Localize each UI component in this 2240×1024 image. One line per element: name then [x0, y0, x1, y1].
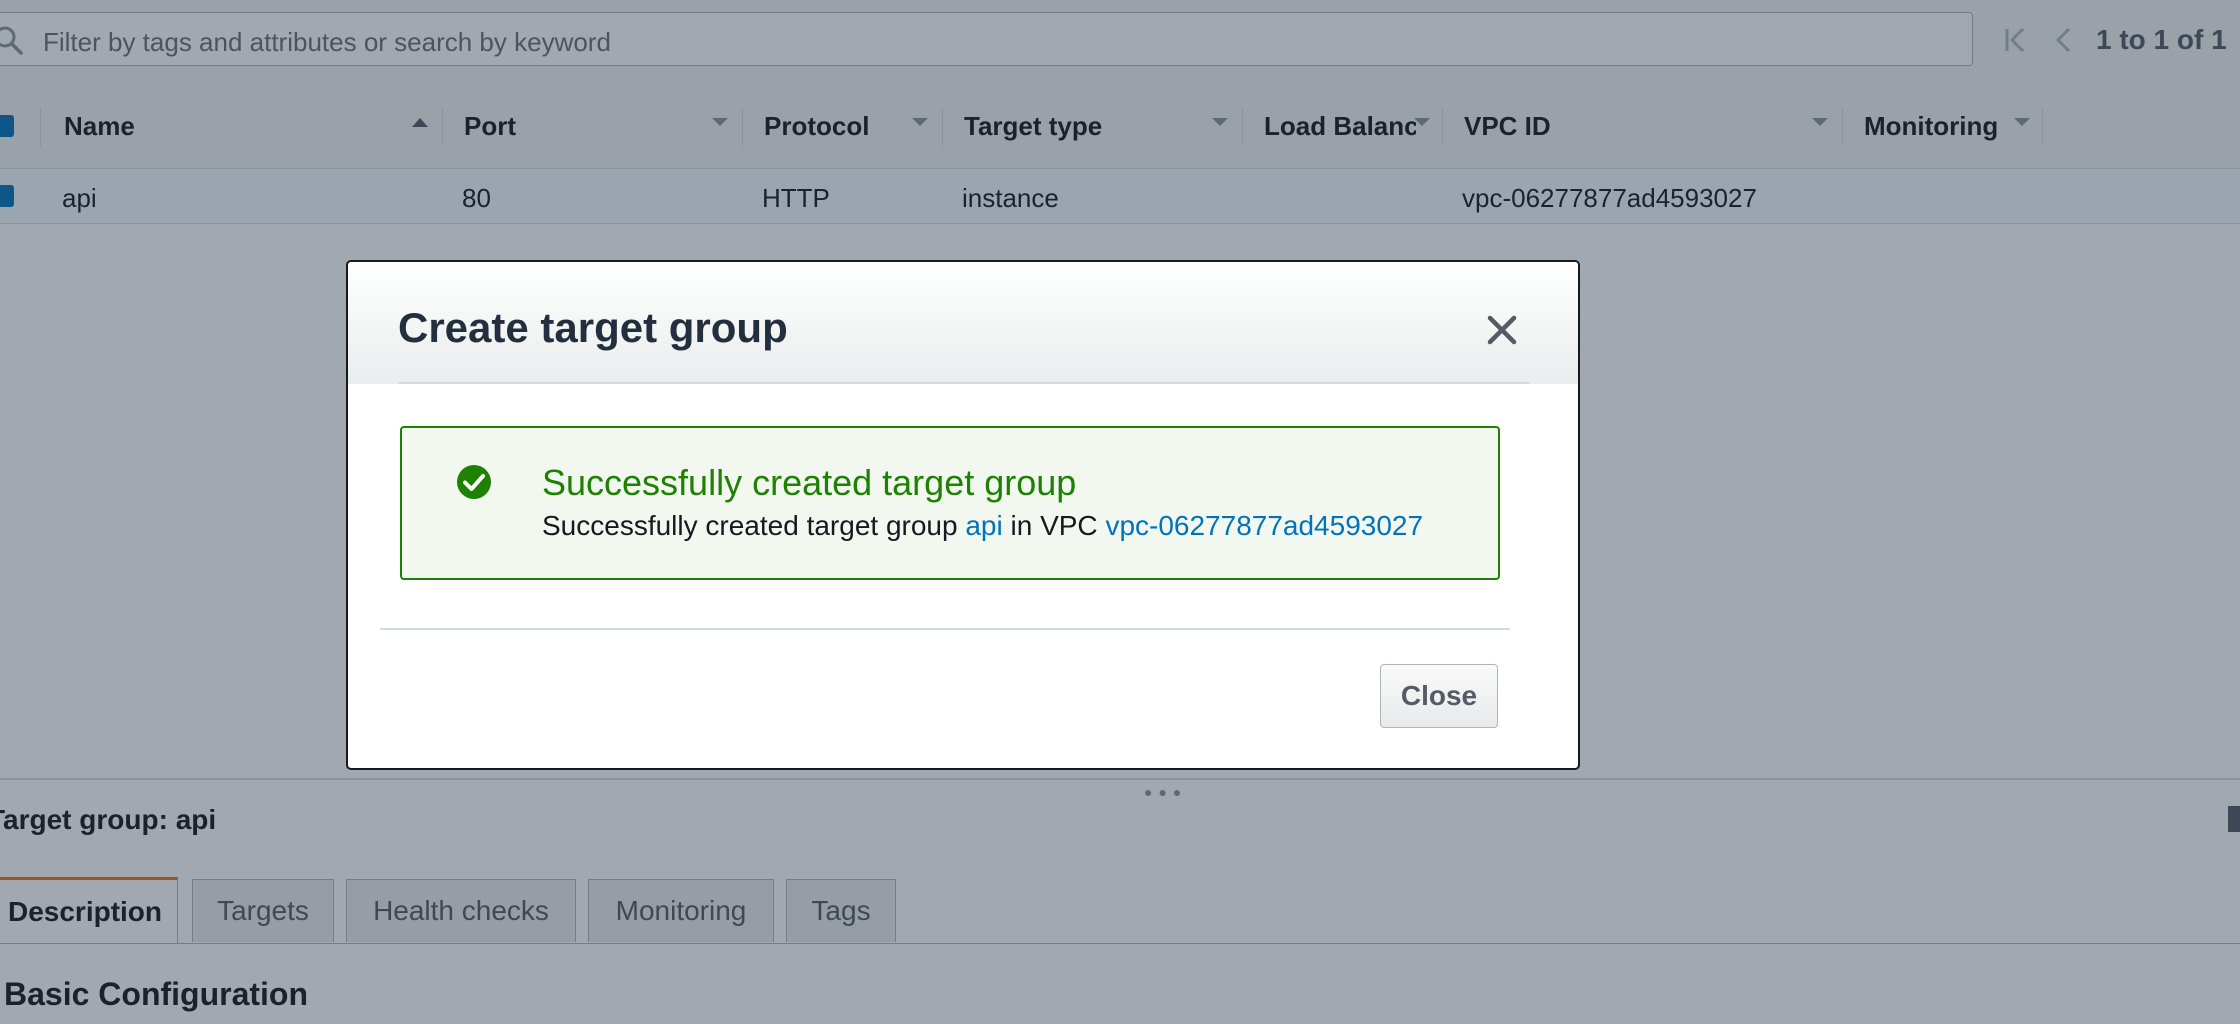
alert-title: Successfully created target group: [542, 462, 1077, 503]
check-circle-icon: [457, 465, 491, 499]
modal-header-divider: [398, 382, 1530, 384]
alert-message: Successfully created target group api in…: [542, 510, 1423, 542]
alert-message-prefix: Successfully created target group: [542, 510, 958, 541]
close-button[interactable]: Close: [1380, 664, 1498, 728]
success-alert: Successfully created target group Succes…: [400, 426, 1500, 580]
target-group-link[interactable]: api: [965, 510, 1002, 541]
modal-footer-divider: [380, 628, 1510, 630]
alert-message-middle: in VPC: [1010, 510, 1098, 541]
close-icon[interactable]: [1482, 310, 1522, 350]
create-target-group-modal: Create target group Successfully created…: [346, 260, 1580, 770]
vpc-link[interactable]: vpc-06277877ad4593027: [1105, 510, 1423, 541]
modal-title: Create target group: [398, 304, 788, 351]
